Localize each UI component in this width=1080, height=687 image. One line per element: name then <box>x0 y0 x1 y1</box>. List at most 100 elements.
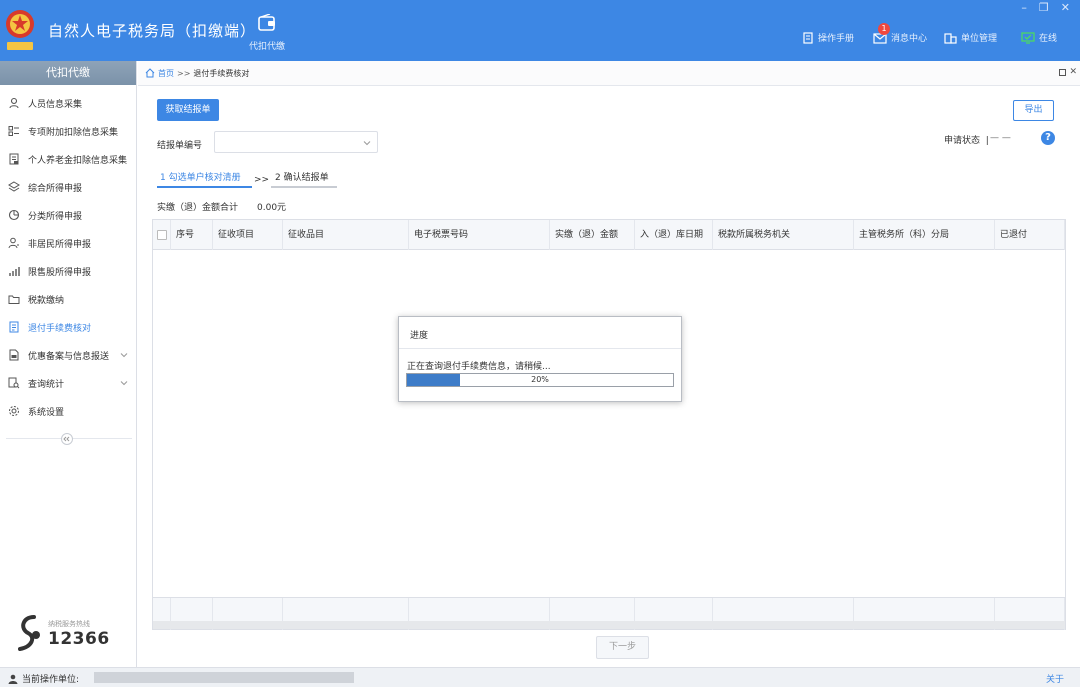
sidebar-item-label: 个人养老金扣除信息采集 <box>28 155 128 166</box>
sidebar-item-11[interactable]: 系统设置 <box>0 397 136 425</box>
tab-label: 代扣代缴 <box>248 42 285 52</box>
manual-icon <box>803 31 813 44</box>
sidebar-item-0[interactable]: 人员信息采集 <box>0 89 136 117</box>
sidebar-item-6[interactable]: 限售股所得申报 <box>0 257 136 285</box>
chevron-down-icon <box>120 381 128 386</box>
refund-table: 序号 征收项目 征收品目 电子税票号码 实缴（退）金额 入（退）库日期 税款所属税务机关 主管… <box>152 219 1066 630</box>
breadcrumb-current: 退付手续费核对 <box>193 68 250 78</box>
column-header-4[interactable]: 实缴（退）金额 <box>550 220 635 250</box>
online-status[interactable]: 在线 <box>1021 31 1057 44</box>
sidebar-item-label: 人员信息采集 <box>28 99 83 110</box>
column-header-0[interactable]: 序号 <box>171 220 213 250</box>
sidebar-item-10[interactable]: 查询统计 <box>0 369 136 397</box>
column-header-2[interactable]: 征收品目 <box>283 220 409 250</box>
messages-label: 消息中心 <box>891 34 928 44</box>
select-all-cell <box>153 220 171 250</box>
column-header-1[interactable]: 征收项目 <box>213 220 283 250</box>
sidebar-item-label: 查询统计 <box>28 379 65 390</box>
column-header-3[interactable]: 电子税票号码 <box>409 220 550 250</box>
hotline-label: 纳税服务热线 <box>48 620 90 628</box>
export-button[interactable]: 导出 <box>1013 100 1054 121</box>
sidebar: 代扣代缴 人员信息采集专项附加扣除信息采集 个人养老金扣除信息采集 综合所得申报 分类… <box>0 61 137 667</box>
user-icon <box>8 674 18 684</box>
search-doc-icon <box>8 377 20 389</box>
layers-icon <box>8 181 20 192</box>
folder-icon <box>8 295 20 304</box>
help-icon[interactable]: ? <box>1041 131 1055 145</box>
sidebar-item-3[interactable]: 综合所得申报 <box>0 173 136 201</box>
tax-emblem-logo <box>6 10 34 50</box>
breadcrumb-separator: >> <box>177 68 191 78</box>
dialog-separator <box>399 348 681 349</box>
current-unit-label: 当前操作单位: <box>22 675 80 685</box>
table-header: 序号 征收项目 征收品目 电子税票号码 实缴（退）金额 入（退）库日期 税款所属税务机关 主管… <box>153 220 1065 250</box>
close-panel-icon[interactable]: ✕ <box>1069 67 1077 77</box>
chevron-left-icon <box>63 436 70 442</box>
unit-management-link[interactable]: 单位管理 <box>944 31 997 44</box>
hotline-widget: 纳税服务热线 12366 <box>14 615 124 655</box>
fetch-report-button[interactable]: 获取结报单 <box>157 99 219 121</box>
pie-icon <box>8 209 20 221</box>
column-header-8[interactable]: 已退付 <box>995 220 1065 250</box>
tab-withholding[interactable]: 代扣代缴 <box>243 13 291 52</box>
chevron-down-icon <box>120 353 128 358</box>
column-header-5[interactable]: 入（退）库日期 <box>635 220 713 250</box>
column-header-7[interactable]: 主管税务所（科）分局 <box>854 220 995 250</box>
checklist-icon <box>9 321 19 333</box>
monitor-check-icon <box>1021 31 1035 44</box>
maximize-panel-icon[interactable] <box>1059 69 1066 76</box>
building-icon <box>944 32 957 44</box>
next-step-button[interactable]: 下一步 <box>596 636 649 659</box>
sidebar-item-label: 综合所得申报 <box>28 183 83 194</box>
gear-icon <box>9 406 19 416</box>
bar-chart-icon <box>9 267 20 276</box>
grid-list-icon <box>8 126 19 136</box>
sidebar-item-2[interactable]: 个人养老金扣除信息采集 <box>0 145 136 173</box>
sidebar-item-label: 专项附加扣除信息采集 <box>28 127 119 138</box>
chevron-down-icon <box>363 141 371 146</box>
step-2-confirm[interactable]: 2 确认结报单 <box>271 170 337 188</box>
sidebar-item-label: 限售股所得申报 <box>28 267 92 278</box>
sidebar-item-9[interactable]: 优惠备案与信息报送 <box>0 341 136 369</box>
breadcrumb-home[interactable]: 首页 <box>158 68 174 79</box>
sidebar-item-label: 系统设置 <box>28 407 65 418</box>
close-button[interactable]: ✕ <box>1061 1 1070 14</box>
wallet-icon <box>258 13 275 31</box>
message-badge: 1 <box>878 22 890 35</box>
app-header: 自然人电子税务局（扣缴端） 代扣代缴 – ❐ ✕ 操作手册 1 消息中心 单位管… <box>0 0 1080 61</box>
sidebar-item-label: 退付手续费核对 <box>28 323 92 334</box>
step-arrow: >> <box>254 175 270 185</box>
report-number-select[interactable] <box>214 131 378 153</box>
collapse-sidebar-button[interactable] <box>61 433 73 445</box>
sidebar-item-1[interactable]: 专项附加扣除信息采集 <box>0 117 136 145</box>
sidebar-item-label: 税款缴纳 <box>28 295 65 306</box>
sidebar-item-8[interactable]: 退付手续费核对 <box>0 313 136 341</box>
horizontal-scrollbar[interactable] <box>153 621 1065 629</box>
document-list-icon <box>9 153 19 165</box>
manual-label: 操作手册 <box>818 34 855 44</box>
column-header-6[interactable]: 税款所属税务机关 <box>713 220 854 250</box>
sidebar-item-4[interactable]: 分类所得申报 <box>0 201 136 229</box>
sidebar-item-label: 分类所得申报 <box>28 211 83 222</box>
sidebar-item-7[interactable]: 税款缴纳 <box>0 285 136 313</box>
home-icon <box>145 68 155 78</box>
person-icon <box>9 97 19 109</box>
select-all-checkbox[interactable] <box>157 230 167 240</box>
minimize-button[interactable]: – <box>1021 1 1027 14</box>
manual-link[interactable]: 操作手册 <box>802 31 854 44</box>
sidebar-header: 代扣代缴 <box>0 61 136 85</box>
step-1-checklist[interactable]: 1 勾选单户核对清册 <box>157 170 252 188</box>
app-title: 自然人电子税务局（扣缴端） <box>48 22 257 40</box>
application-status-label: 申请状态 | <box>944 136 989 146</box>
progress-bar: 20% <box>406 373 674 387</box>
about-link[interactable]: 关于 <box>1046 672 1064 685</box>
breadcrumb: 首页 >> 退付手续费核对 ✕ <box>138 61 1080 86</box>
hotline-person-icon <box>18 615 40 651</box>
sidebar-item-5[interactable]: 非居民所得申报 <box>0 229 136 257</box>
current-unit-value-redacted <box>94 672 354 683</box>
progress-dialog: 进度 正在查询退付手续费信息，请稍候... 20% <box>398 316 682 402</box>
hotline-number: 12366 <box>48 629 110 649</box>
total-amount-label: 实缴（退）金额合计 <box>157 203 239 213</box>
restore-button[interactable]: ❐ <box>1039 1 1049 14</box>
message-center-link[interactable]: 1 消息中心 <box>873 22 928 44</box>
